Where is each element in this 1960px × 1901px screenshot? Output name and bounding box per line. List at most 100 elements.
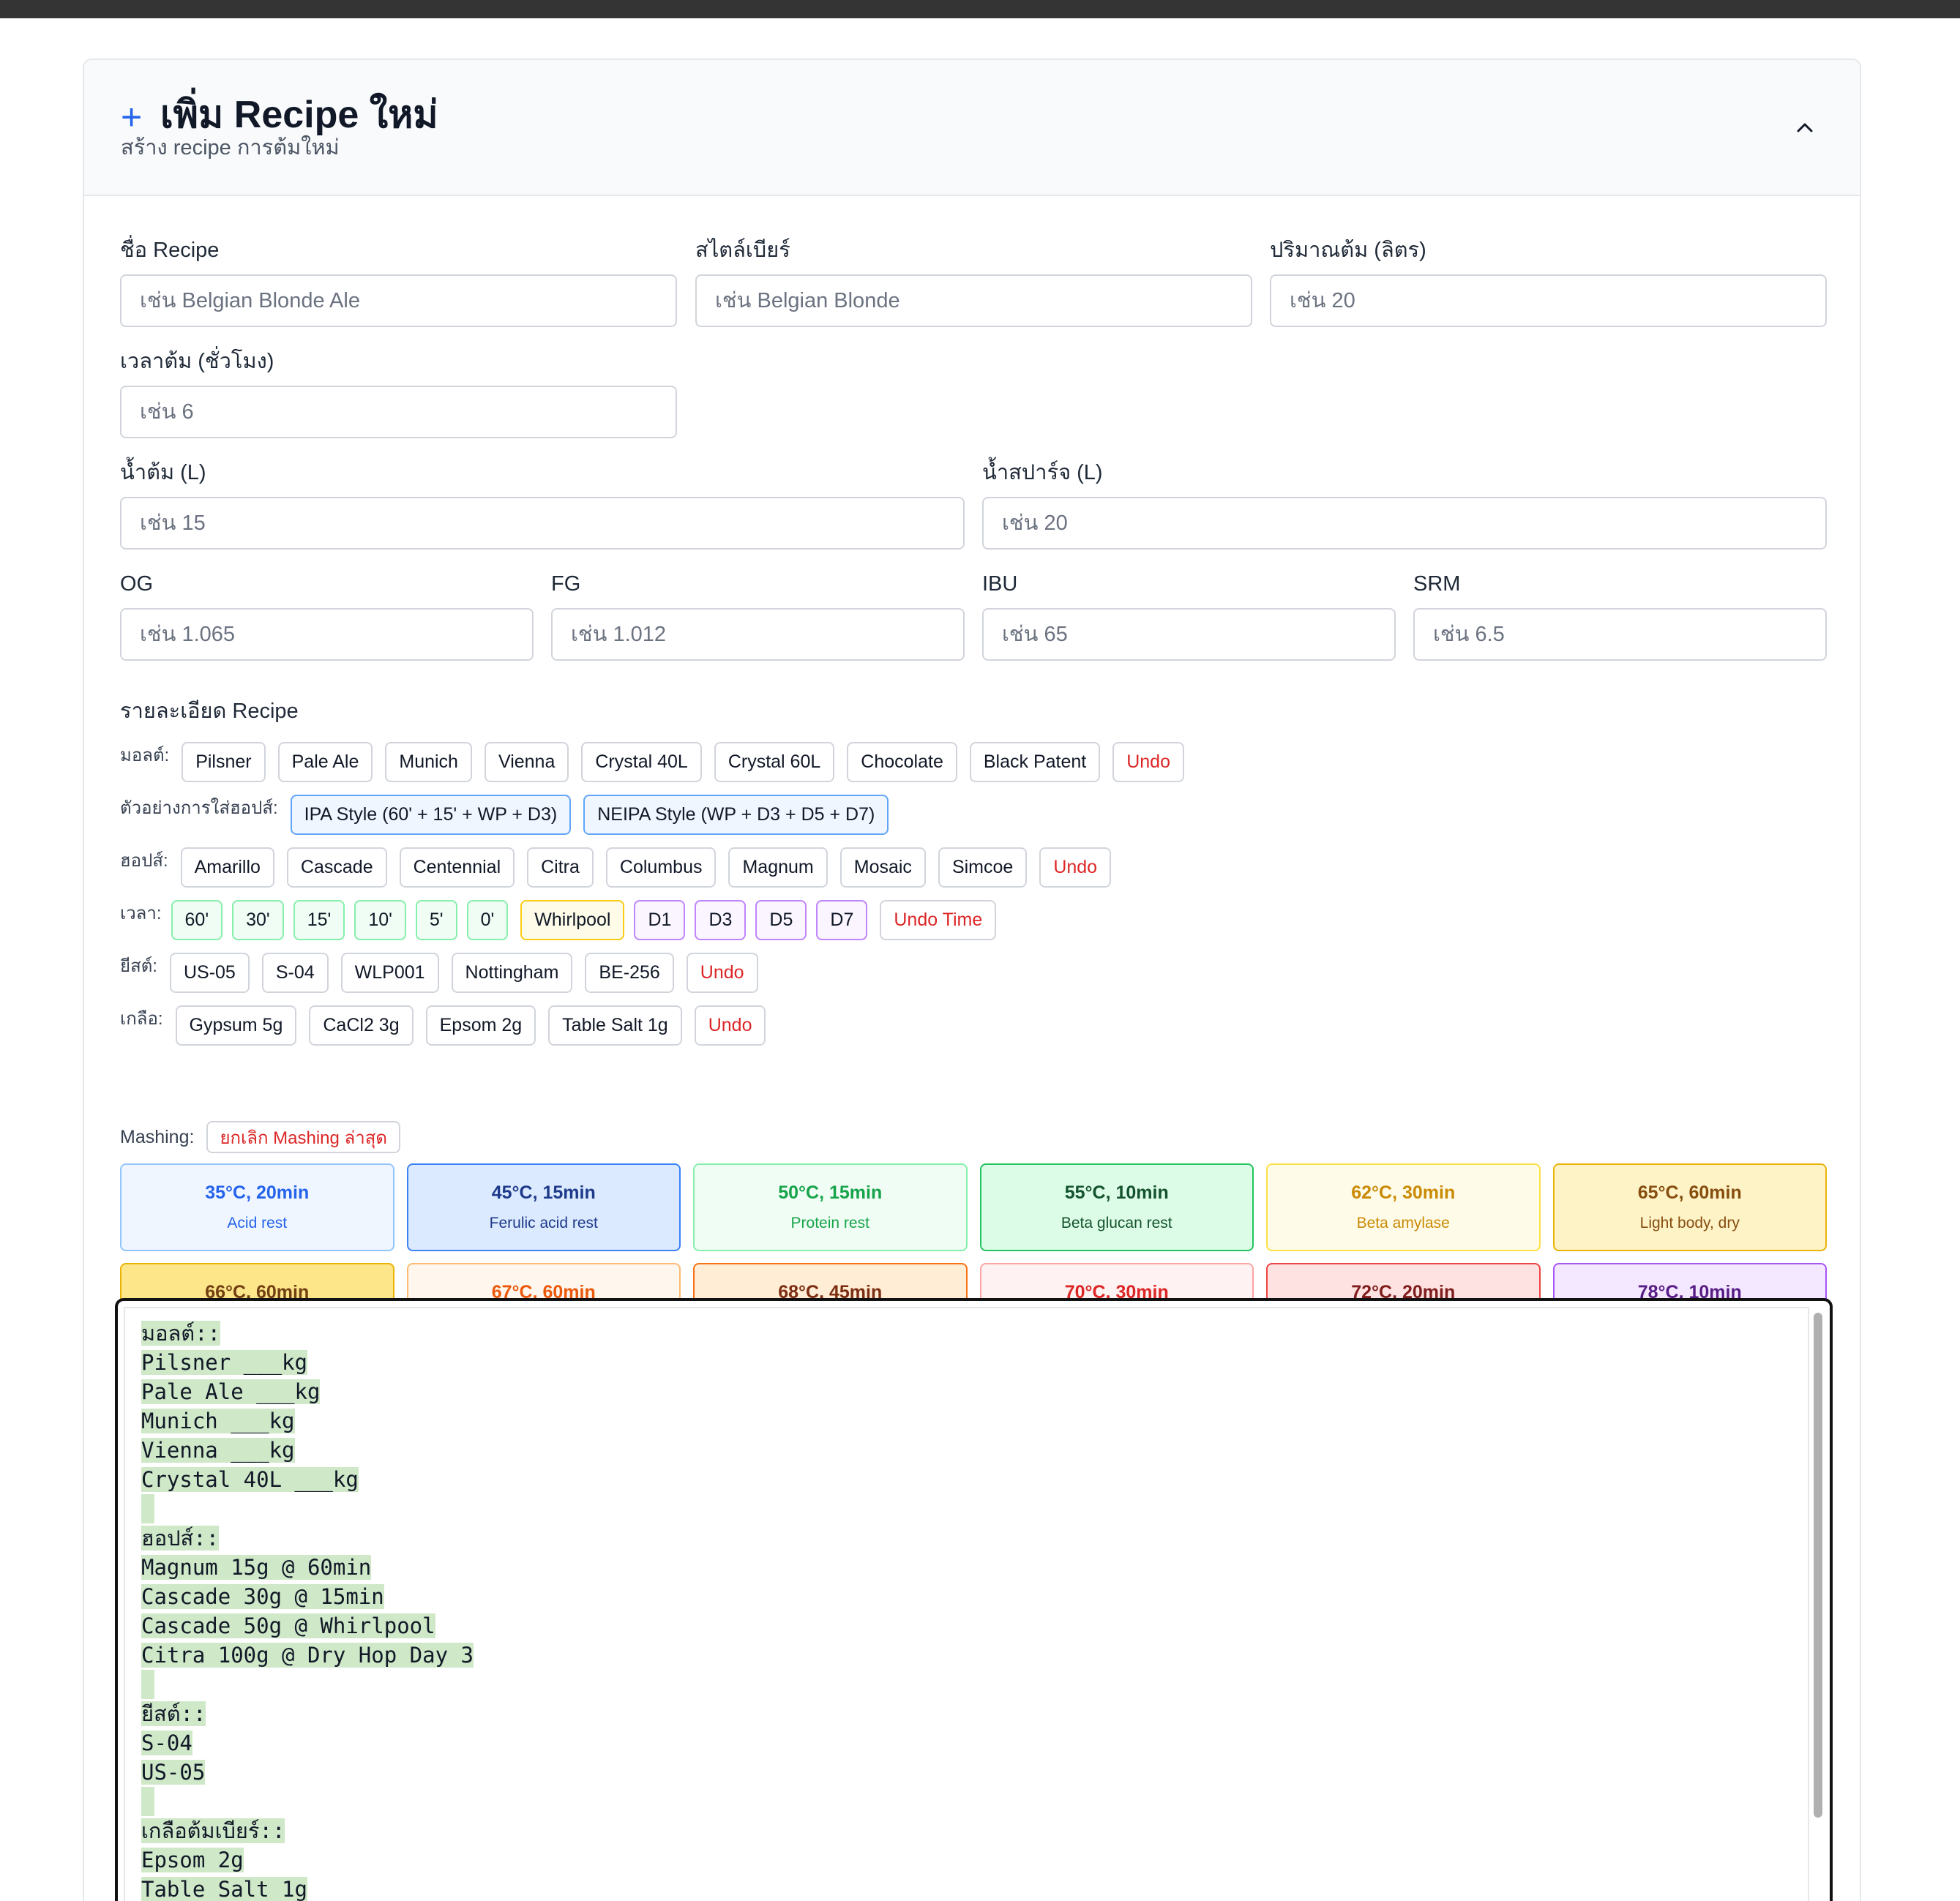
dry-hop-chip-d1[interactable]: D1 — [634, 900, 686, 940]
editor-line-text: US-05 — [141, 1760, 206, 1785]
dry-hop-chip-d7[interactable]: D7 — [816, 900, 868, 940]
editor-line-text: Pale Ale ___kg — [141, 1379, 321, 1404]
yeast-chip[interactable]: WLP001 — [340, 953, 439, 993]
mash-step-card[interactable]: 65°C, 60min Light body, dry — [1552, 1163, 1827, 1251]
mash-step-desc: Protein rest — [790, 1215, 869, 1231]
editor-line: ฮอปส์:: — [141, 1523, 1792, 1553]
editor-scrollbar-thumb[interactable] — [1814, 1313, 1822, 1818]
batch-size-input[interactable] — [1270, 274, 1827, 327]
dry-hop-chip-d5[interactable]: D5 — [755, 900, 807, 940]
editor-line-text: ยีสต์:: — [141, 1701, 206, 1726]
time-chip-10[interactable]: 10' — [354, 900, 406, 940]
whirlpool-chip[interactable]: Whirlpool — [520, 900, 625, 940]
fg-label: FG — [551, 572, 581, 596]
mash-step-temp: 50°C, 15min — [778, 1182, 883, 1203]
time-chip-60[interactable]: 60' — [171, 900, 223, 940]
malt-chip[interactable]: Vienna — [484, 742, 569, 782]
ibu-input[interactable] — [982, 608, 1396, 661]
undo-yeast-button[interactable]: Undo — [686, 953, 758, 993]
undo-mashing-button[interactable]: ยกเลิก Mashing ล่าสุด — [206, 1121, 400, 1153]
editor-line-text: Cascade 50g @ Whirlpool — [141, 1613, 435, 1638]
recipe-name-input[interactable] — [120, 274, 677, 327]
yeast-chip[interactable]: US-05 — [169, 953, 250, 993]
time-chip-5[interactable]: 5' — [415, 900, 457, 940]
undo-time-button[interactable]: Undo Time — [880, 900, 997, 940]
editor-line: Munich ___kg — [141, 1406, 1792, 1436]
boil-time-input[interactable] — [120, 386, 677, 438]
hop-chip[interactable]: Simcoe — [938, 847, 1028, 888]
og-input[interactable] — [120, 608, 534, 661]
time-chip-15[interactable]: 15' — [293, 900, 345, 940]
salt-chip[interactable]: Epsom 2g — [425, 1005, 536, 1046]
sparge-water-input[interactable] — [982, 497, 1827, 550]
hop-chip[interactable]: Amarillo — [180, 847, 274, 888]
recipe-name-label: ชื่อ Recipe — [120, 239, 220, 262]
yeast-chip[interactable]: Nottingham — [451, 953, 573, 993]
mash-step-card[interactable]: 45°C, 15min Ferulic acid rest — [406, 1163, 681, 1251]
mash-step-card[interactable]: 50°C, 15min Protein rest — [693, 1163, 968, 1251]
mash-step-card[interactable]: 62°C, 30min Beta amylase — [1266, 1163, 1541, 1251]
mash-step-temp: 55°C, 10min — [1064, 1182, 1169, 1203]
mash-step-card[interactable]: 35°C, 20min Acid rest — [120, 1163, 394, 1251]
malt-chip[interactable]: Black Patent — [969, 742, 1101, 782]
mashing-row: Mashing: ยกเลิก Mashing ล่าสุด — [120, 1121, 400, 1153]
mash-step-temp: 35°C, 20min — [205, 1182, 310, 1203]
editor-line-text: Cascade 30g @ 15min — [141, 1584, 384, 1609]
yeasts-label: ยีสต์: — [120, 956, 157, 976]
times-label: เวลา: — [120, 904, 162, 923]
hop-chip[interactable]: Cascade — [286, 847, 387, 888]
hop-chip[interactable]: Magnum — [728, 847, 828, 888]
undo-malt-button[interactable]: Undo — [1112, 742, 1184, 782]
hops-label: ฮอปส์: — [120, 851, 168, 871]
fg-input[interactable] — [551, 608, 965, 661]
malt-chip[interactable]: Pilsner — [182, 742, 266, 782]
batch-size-label: ปริมาณต้ม (ลิตร) — [1270, 239, 1426, 262]
malt-chip[interactable]: Pale Ale — [277, 742, 373, 782]
editor-line-text: Table Salt 1g — [141, 1877, 307, 1901]
malt-chip[interactable]: Crystal 40L — [581, 742, 702, 782]
beer-style-input[interactable] — [695, 274, 1252, 327]
hop-chip[interactable]: Mosaic — [839, 847, 926, 888]
editor-line-text: Epsom 2g — [141, 1848, 244, 1872]
yeast-chip[interactable]: S-04 — [261, 953, 329, 993]
mash-step-card[interactable]: 55°C, 10min Beta glucan rest — [979, 1163, 1254, 1251]
mashing-label: Mashing: — [120, 1126, 195, 1147]
editor-line-text: S-04 — [141, 1731, 192, 1755]
editor-line — [141, 1670, 1792, 1699]
malt-chip[interactable]: Munich — [385, 742, 472, 782]
card-subtitle: สร้าง recipe การต้มใหม่ — [121, 136, 340, 160]
srm-input[interactable] — [1413, 608, 1827, 661]
mash-step-desc: Beta amylase — [1356, 1215, 1450, 1231]
editor-line: Vienna ___kg — [141, 1436, 1792, 1465]
hop-chip[interactable]: Columbus — [605, 847, 717, 888]
hops-row: ฮอปส์: Amarillo Cascade Centennial Citra… — [120, 847, 1112, 888]
editor-line: เกลือต้มเบียร์:: — [141, 1816, 1792, 1845]
dry-hop-chip-d3[interactable]: D3 — [695, 900, 747, 940]
hop-chip[interactable]: Citra — [527, 847, 594, 888]
salt-chip[interactable]: Gypsum 5g — [175, 1005, 297, 1046]
time-chip-30[interactable]: 30' — [232, 900, 284, 940]
salt-chip[interactable]: CaCl2 3g — [309, 1005, 414, 1046]
editor-content[interactable]: มอลต์:: Pilsner ___kg Pale Ale ___kg Munich… — [124, 1307, 1809, 1901]
recipe-text-editor[interactable]: มอลต์:: Pilsner ___kg Pale Ale ___kg Munich… — [115, 1298, 1833, 1901]
sparge-water-label: น้ำสปาร์จ (L) — [982, 461, 1103, 484]
mash-step-desc: Beta glucan rest — [1061, 1215, 1172, 1231]
hop-examples-label: ตัวอย่างการใส่ฮอปส์: — [120, 798, 278, 818]
hop-chip[interactable]: Centennial — [399, 847, 515, 888]
ipa-style-button[interactable]: IPA Style (60' + 15' + WP + D3) — [290, 795, 572, 835]
salt-chip[interactable]: Table Salt 1g — [548, 1005, 682, 1046]
malt-chip[interactable]: Chocolate — [847, 742, 957, 782]
editor-line: Epsom 2g — [141, 1845, 1792, 1875]
malt-chip[interactable]: Crystal 60L — [714, 742, 835, 782]
undo-hop-button[interactable]: Undo — [1039, 847, 1112, 888]
neipa-style-button[interactable]: NEIPA Style (WP + D3 + D5 + D7) — [583, 795, 889, 835]
mash-water-input[interactable] — [120, 497, 965, 550]
editor-line-text: Munich ___kg — [141, 1409, 295, 1433]
yeast-chip[interactable]: BE-256 — [585, 953, 674, 993]
undo-salt-button[interactable]: Undo — [694, 1005, 766, 1046]
chevron-up-icon[interactable] — [1790, 113, 1819, 142]
hop-examples-row: ตัวอย่างการใส่ฮอปส์: IPA Style (60' + 15… — [120, 795, 889, 835]
time-chip-0[interactable]: 0' — [466, 900, 509, 940]
editor-line: มอลต์:: — [141, 1319, 1792, 1348]
card-header[interactable]: + เพิ่ม Recipe ใหม่ สร้าง recipe การต้มใ… — [84, 60, 1860, 196]
